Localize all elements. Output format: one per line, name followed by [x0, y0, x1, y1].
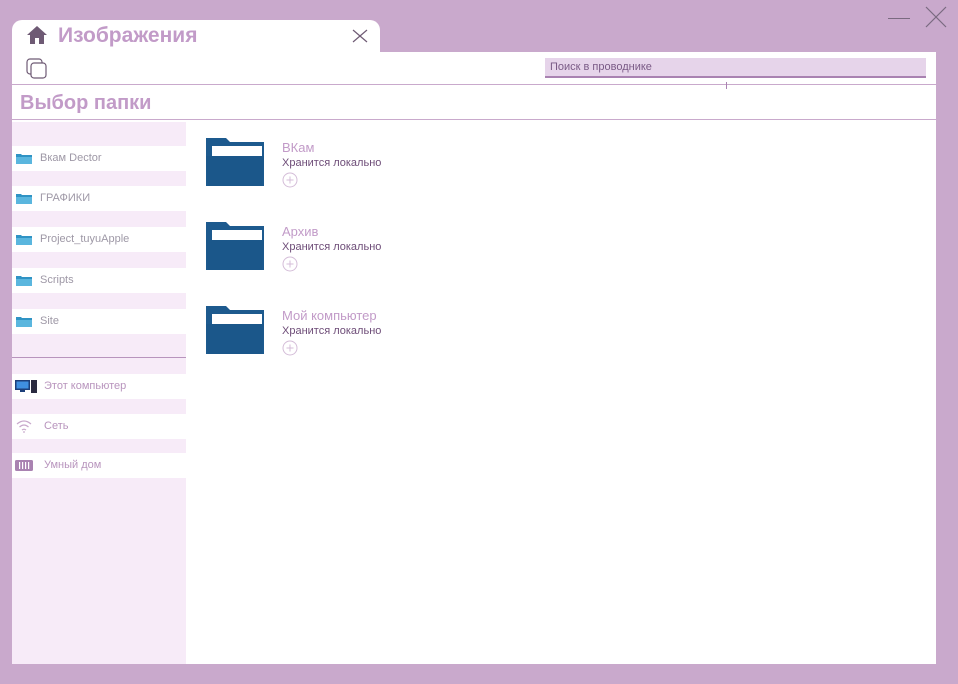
sidebar-item-scripts[interactable]: Scripts [12, 268, 186, 293]
sidebar-item-grafiki[interactable]: ГРАФИКИ [12, 186, 186, 211]
window-tab[interactable]: Изображения [12, 20, 380, 52]
sidebar-item-label: ГРАФИКИ [40, 192, 91, 204]
folder-item-vkam[interactable]: ВКам Хранится локально [204, 136, 524, 206]
folder-icon [16, 194, 32, 204]
folder-icon [206, 138, 264, 186]
text-cursor [726, 82, 727, 89]
sidebar-item-label: Вкам Dector [40, 152, 102, 164]
smart-home-icon [15, 460, 33, 471]
sidebar-item-label: Site [40, 315, 59, 327]
add-icon[interactable] [282, 172, 298, 188]
folder-status: Хранится локально [282, 241, 382, 253]
folder-icon [16, 235, 32, 245]
home-icon [27, 26, 47, 44]
folder-name: Мой компьютер [282, 308, 377, 323]
sidebar-item-bkam-dector[interactable]: Вкам Dector [12, 146, 186, 171]
wifi-icon [16, 420, 32, 433]
folder-item-my-computer[interactable]: Мой компьютер Хранится локально [204, 304, 524, 374]
folder-status: Хранится локально [282, 325, 382, 337]
page-title: Выбор папки [20, 92, 152, 114]
sidebar: Вкам Dector ГРАФИКИ Project_tuyuApple Sc… [12, 122, 186, 664]
computer-icon [15, 380, 37, 393]
folder-icon [16, 276, 32, 286]
tab-close-icon[interactable] [352, 28, 368, 44]
sidebar-divider [12, 357, 186, 358]
sidebar-item-label: Сеть [44, 420, 69, 432]
folder-item-archive[interactable]: Архив Хранится локально [204, 220, 524, 290]
tab-title: Изображения [58, 24, 198, 47]
folder-icon [206, 306, 264, 354]
divider [12, 119, 936, 120]
toolbar: Поиск в проводнике [12, 52, 936, 85]
sidebar-item-network[interactable]: Сеть [12, 414, 186, 439]
folder-name: Архив [282, 224, 319, 239]
add-icon[interactable] [282, 256, 298, 272]
close-icon[interactable] [924, 5, 948, 29]
sidebar-item-label: Scripts [40, 274, 74, 286]
sidebar-item-project[interactable]: Project_tuyuApple [12, 227, 186, 252]
search-input[interactable]: Поиск в проводнике [545, 58, 926, 78]
folder-icon [16, 317, 32, 327]
explorer-window: Поиск в проводнике Выбор папки Вкам Dect… [12, 52, 936, 664]
sidebar-item-label: Этот компьютер [44, 380, 127, 392]
folder-icon [16, 154, 32, 164]
sidebar-item-this-computer[interactable]: Этот компьютер [12, 374, 186, 399]
add-icon[interactable] [282, 340, 298, 356]
sidebar-item-site[interactable]: Site [12, 309, 186, 334]
folder-icon [206, 222, 264, 270]
sidebar-item-label: Умный дом [44, 459, 102, 471]
sidebar-item-label: Project_tuyuApple [40, 233, 130, 245]
folder-status: Хранится локально [282, 157, 382, 169]
sidebar-item-smart-home[interactable]: Умный дом [12, 453, 186, 478]
copy-icon[interactable] [26, 58, 48, 80]
minimize-icon[interactable] [888, 18, 910, 19]
folder-name: ВКам [282, 140, 315, 155]
